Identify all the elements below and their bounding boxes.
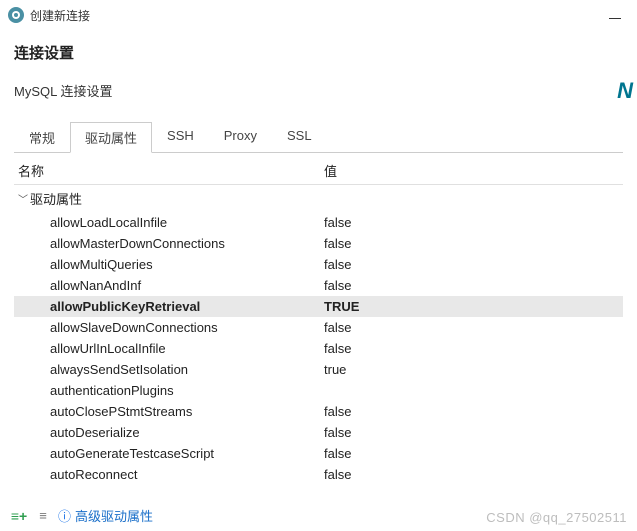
footer: ≡+ ≡ ⓘ 高级驱动属性 CSDN @qq_27502511 <box>0 500 637 531</box>
tree-group-label: 驱动属性 <box>30 189 82 208</box>
chevron-down-icon: ﹀ <box>18 191 30 206</box>
property-value[interactable]: false <box>324 446 623 461</box>
property-name: autoGenerateTestcaseScript <box>14 446 324 461</box>
titlebar: 创建新连接 <box>0 0 637 30</box>
property-name: allowUrlInLocalInfile <box>14 341 324 356</box>
property-row[interactable]: alwaysSendSetIsolationtrue <box>14 359 623 380</box>
property-value[interactable]: false <box>324 236 623 251</box>
property-row[interactable]: allowNanAndInffalse <box>14 275 623 296</box>
property-row[interactable]: allowUrlInLocalInfilefalse <box>14 338 623 359</box>
page-subheading: MySQL 连接设置 <box>14 81 623 100</box>
info-icon: ⓘ <box>58 506 71 525</box>
column-header-name[interactable]: 名称 <box>14 161 324 180</box>
property-row[interactable]: autoDeserializefalse <box>14 422 623 443</box>
property-value[interactable]: TRUE <box>324 299 623 314</box>
tab-常规[interactable]: 常规 <box>14 122 70 152</box>
tabs: 常规驱动属性SSHProxySSL <box>14 122 623 153</box>
property-row[interactable]: allowLoadLocalInfilefalse <box>14 212 623 233</box>
property-value[interactable]: false <box>324 320 623 335</box>
property-value[interactable]: false <box>324 278 623 293</box>
property-name: allowMultiQueries <box>14 257 324 272</box>
tab-驱动属性[interactable]: 驱动属性 <box>70 122 152 153</box>
window-title: 创建新连接 <box>30 7 90 24</box>
property-name: allowLoadLocalInfile <box>14 215 324 230</box>
column-header-value[interactable]: 值 <box>324 161 623 180</box>
property-value[interactable]: false <box>324 257 623 272</box>
property-name: autoDeserialize <box>14 425 324 440</box>
tab-proxy[interactable]: Proxy <box>209 122 272 152</box>
property-value[interactable]: false <box>324 215 623 230</box>
plus-icon: ≡+ <box>11 508 27 524</box>
grid-header: 名称 值 <box>14 157 623 185</box>
property-row[interactable]: allowPublicKeyRetrievalTRUE <box>14 296 623 317</box>
property-row[interactable]: allowMultiQueriesfalse <box>14 254 623 275</box>
add-property-button[interactable]: ≡+ <box>10 507 28 525</box>
property-row[interactable]: autoReconnectfalse <box>14 464 623 485</box>
minimize-button[interactable] <box>609 18 621 19</box>
property-value[interactable]: false <box>324 341 623 356</box>
property-row[interactable]: authenticationPlugins <box>14 380 623 401</box>
advanced-properties-link[interactable]: 高级驱动属性 <box>75 506 153 525</box>
property-row[interactable]: autoGenerateTestcaseScriptfalse <box>14 443 623 464</box>
property-row[interactable]: allowMasterDownConnectionsfalse <box>14 233 623 254</box>
property-name: authenticationPlugins <box>14 383 324 398</box>
list-icon: ≡ <box>39 508 47 523</box>
tree-group-driver-properties[interactable]: ﹀ 驱动属性 <box>14 185 623 212</box>
property-value[interactable]: false <box>324 467 623 482</box>
property-value[interactable]: false <box>324 425 623 440</box>
window-controls <box>609 12 629 19</box>
property-name: allowNanAndInf <box>14 278 324 293</box>
property-row[interactable]: autoClosePStmtStreamsfalse <box>14 401 623 422</box>
tab-ssh[interactable]: SSH <box>152 122 209 152</box>
property-name: autoClosePStmtStreams <box>14 404 324 419</box>
property-value[interactable]: true <box>324 362 623 377</box>
property-name: allowPublicKeyRetrieval <box>14 299 324 314</box>
app-icon <box>8 7 24 23</box>
property-row[interactable]: allowSlaveDownConnectionsfalse <box>14 317 623 338</box>
property-value[interactable]: false <box>324 404 623 419</box>
tab-ssl[interactable]: SSL <box>272 122 327 152</box>
brand-logo-fragment: N <box>617 78 633 104</box>
property-name: alwaysSendSetIsolation <box>14 362 324 377</box>
property-tree: ﹀ 驱动属性 allowLoadLocalInfilefalseallowMas… <box>14 185 623 485</box>
property-name: allowMasterDownConnections <box>14 236 324 251</box>
property-name: allowSlaveDownConnections <box>14 320 324 335</box>
property-name: autoReconnect <box>14 467 324 482</box>
watermark: CSDN @qq_27502511 <box>486 510 627 525</box>
page-heading: 连接设置 <box>14 42 623 63</box>
list-button[interactable]: ≡ <box>34 507 52 525</box>
property-value[interactable] <box>324 383 623 398</box>
